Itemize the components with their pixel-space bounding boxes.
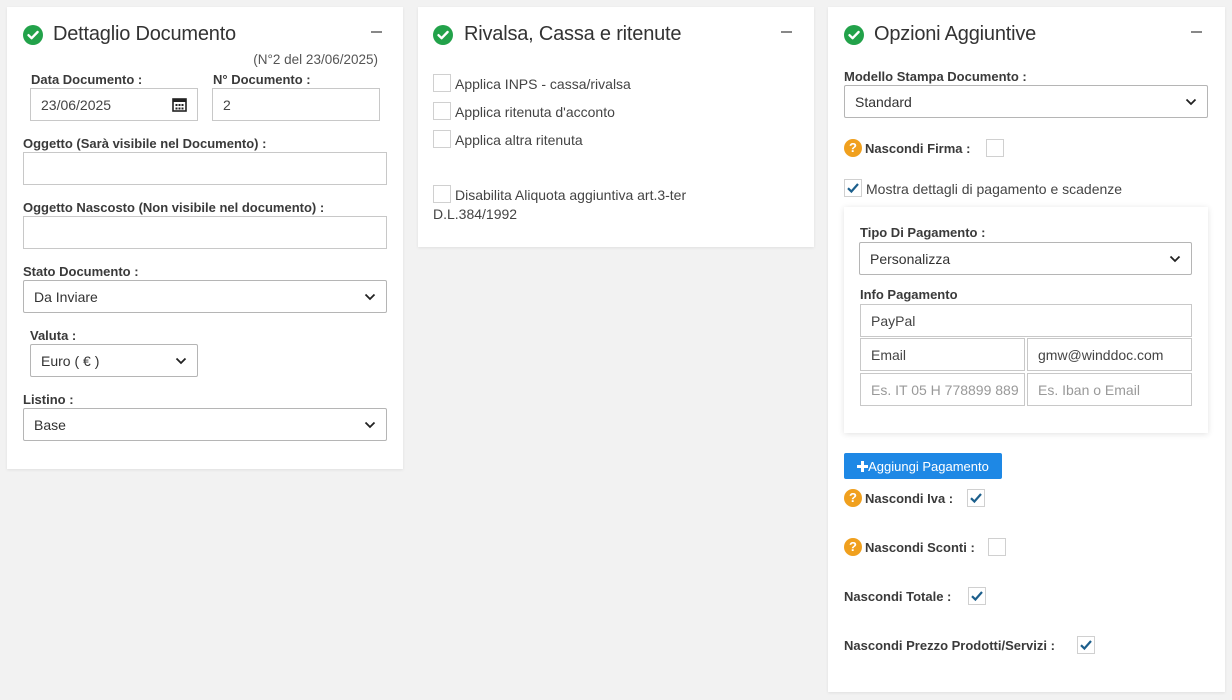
- info-pagamento-input[interactable]: PayPal: [860, 304, 1192, 337]
- panel-dettaglio-documento: Dettaglio Documento (N°2 del 23/06/2025)…: [7, 7, 403, 469]
- nascondi-iva-checkbox[interactable]: [967, 489, 985, 507]
- check-circle-icon: [844, 25, 864, 45]
- nascondi-iva-label: Nascondi Iva :: [865, 491, 954, 506]
- question-icon[interactable]: ?: [844, 139, 862, 157]
- stato-documento-select[interactable]: Da Inviare: [23, 280, 387, 313]
- valuta-label: Valuta :: [30, 328, 77, 343]
- oggetto-label: Oggetto (Sarà visibile nel Documento) :: [23, 136, 267, 151]
- numero-documento-label: N° Documento :: [213, 72, 311, 87]
- checkmark-icon: [970, 493, 982, 504]
- iban-input[interactable]: Es. IT 05 H 778899 889: [860, 373, 1025, 406]
- collapse-minus-icon[interactable]: [1191, 31, 1202, 33]
- disabilita-aliquota-checkbox[interactable]: [433, 185, 451, 203]
- chevron-down-icon: [1169, 255, 1181, 262]
- modello-stampa-select[interactable]: Standard: [844, 85, 1208, 118]
- panel-rivalsa-cassa-ritenute: Rivalsa, Cassa e ritenute Applica INPS -…: [418, 7, 814, 247]
- nascondi-totale-checkbox[interactable]: [968, 587, 986, 605]
- info-pagamento-label: Info Pagamento: [860, 287, 958, 302]
- payment-details-box: Tipo Di Pagamento : Personalizza Info Pa…: [844, 207, 1208, 433]
- oggetto-input[interactable]: [23, 152, 387, 185]
- email-label-input[interactable]: Email: [860, 338, 1025, 371]
- add-payment-button[interactable]: Aggiungi Pagamento: [844, 453, 1002, 479]
- nascondi-prezzo-label: Nascondi Prezzo Prodotti/Servizi :: [844, 638, 1055, 653]
- nascondi-prezzo-checkbox[interactable]: [1077, 636, 1095, 654]
- nascondi-sconti-checkbox[interactable]: [988, 538, 1006, 556]
- altra-ritenuta-checkbox[interactable]: [433, 130, 451, 148]
- chevron-down-icon: [1185, 98, 1197, 105]
- panel-title: Dettaglio Documento: [53, 23, 236, 45]
- oggetto-nascosto-label: Oggetto Nascosto (Non visibile nel docum…: [23, 200, 325, 215]
- altra-ritenuta-label: Applica altra ritenuta: [455, 132, 583, 148]
- nascondi-sconti-label: Nascondi Sconti :: [865, 540, 975, 555]
- question-icon[interactable]: ?: [844, 538, 862, 556]
- disabilita-aliquota-label: Disabilita Aliquota aggiuntiva art.3-ter: [455, 187, 687, 203]
- ritenuta-acconto-label: Applica ritenuta d'acconto: [455, 104, 615, 120]
- numero-documento-input[interactable]: 2: [212, 88, 380, 121]
- collapse-minus-icon[interactable]: [781, 31, 792, 33]
- tipo-pagamento-value: Personalizza: [870, 250, 951, 267]
- tipo-pagamento-label: Tipo Di Pagamento :: [860, 225, 986, 240]
- valuta-select[interactable]: Euro ( € ): [30, 344, 198, 377]
- chevron-down-icon: [175, 357, 187, 364]
- inps-checkbox[interactable]: [433, 74, 451, 92]
- panel-opzioni-aggiuntive: Opzioni Aggiuntive Modello Stampa Docume…: [828, 7, 1225, 692]
- question-icon[interactable]: ?: [844, 489, 862, 507]
- tipo-pagamento-select[interactable]: Personalizza: [859, 242, 1192, 275]
- chevron-down-icon: [364, 293, 376, 300]
- data-documento-value: 23/06/2025: [41, 96, 112, 113]
- document-number-subtitle: (N°2 del 23/06/2025): [253, 52, 378, 67]
- ritenuta-acconto-checkbox[interactable]: [433, 102, 451, 120]
- mostra-dettagli-checkbox[interactable]: [844, 179, 862, 197]
- nascondi-firma-label: Nascondi Firma :: [865, 141, 971, 156]
- collapse-minus-icon[interactable]: [371, 31, 382, 33]
- oggetto-nascosto-input[interactable]: [23, 216, 387, 249]
- listino-select[interactable]: Base: [23, 408, 387, 441]
- chevron-down-icon: [364, 421, 376, 428]
- calendar-icon[interactable]: [172, 97, 187, 112]
- nascondi-firma-checkbox[interactable]: [986, 139, 1004, 157]
- modello-stampa-value: Standard: [855, 93, 912, 110]
- check-circle-icon: [23, 25, 43, 45]
- email-value-input[interactable]: gmw@winddoc.com: [1027, 338, 1192, 371]
- listino-label: Listino :: [23, 392, 74, 407]
- check-circle-icon: [433, 25, 453, 45]
- mostra-dettagli-label: Mostra dettagli di pagamento e scadenze: [866, 181, 1123, 197]
- disabilita-aliquota-label-cont: D.L.384/1992: [433, 206, 518, 222]
- panel-title: Rivalsa, Cassa e ritenute: [464, 23, 682, 45]
- stato-documento-label: Stato Documento :: [23, 264, 139, 279]
- inps-label: Applica INPS - cassa/rivalsa: [455, 76, 631, 92]
- data-documento-input[interactable]: 23/06/2025: [30, 88, 198, 121]
- stato-documento-value: Da Inviare: [34, 288, 98, 305]
- checkmark-icon: [971, 591, 983, 602]
- nascondi-totale-label: Nascondi Totale :: [844, 589, 952, 604]
- iban-email-input[interactable]: Es. Iban o Email: [1027, 373, 1192, 406]
- valuta-value: Euro ( € ): [41, 352, 100, 369]
- add-payment-label: Aggiungi Pagamento: [868, 458, 989, 474]
- checkmark-icon: [847, 183, 859, 194]
- plus-icon: [857, 460, 869, 472]
- data-documento-label: Data Documento :: [31, 72, 143, 87]
- panel-title: Opzioni Aggiuntive: [874, 23, 1037, 45]
- modello-stampa-label: Modello Stampa Documento :: [844, 69, 1027, 84]
- listino-value: Base: [34, 416, 66, 433]
- checkmark-icon: [1080, 640, 1092, 651]
